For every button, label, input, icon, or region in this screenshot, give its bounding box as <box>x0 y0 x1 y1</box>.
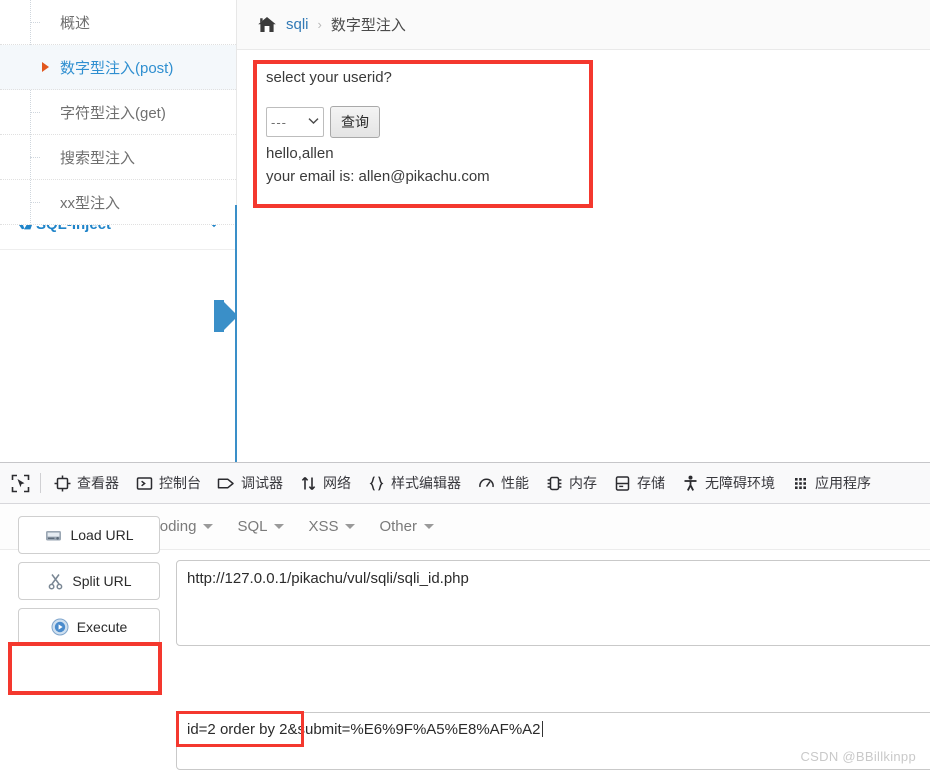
chevron-down-icon <box>345 524 356 529</box>
tab-label: 存储 <box>637 475 665 491</box>
tab-label: 调试器 <box>241 475 283 491</box>
home-icon[interactable] <box>257 16 277 34</box>
sidebar-sublist: 概述 数字型注入(post) 字符型注入(get) 搜索型注入 xx型注入 <box>0 0 236 225</box>
page-content: sqli › 数字型注入 select your userid? --- 查询 <box>237 0 930 462</box>
sidebar-subitem-xx-injection[interactable]: xx型注入 <box>0 180 236 225</box>
userid-select-value: --- <box>271 114 287 130</box>
browser-page-area: 系统介绍 暴力破解 Cross-Site Scripting <box>0 0 930 462</box>
tab-storage[interactable]: 存储 <box>605 463 673 503</box>
tab-accessibility[interactable]: 无障碍环境 <box>673 463 783 503</box>
guide-tick <box>30 112 40 113</box>
menu-xss[interactable]: XSS <box>296 513 367 540</box>
load-url-icon <box>44 526 62 544</box>
sidebar-sublabel: 字符型注入(get) <box>60 104 166 122</box>
devtools-toolbar: 查看器 控制台 调试器 网络 样式编辑器 性能 内存 存储 无障碍环境 应用程序 <box>0 462 930 504</box>
console-icon <box>135 474 153 492</box>
post-data-text: id=2 order by 2&submit=%E6%9F%A5%E8%AF%A… <box>187 721 541 738</box>
tab-label: 控制台 <box>159 475 201 491</box>
tab-label: 无障碍环境 <box>705 475 775 491</box>
menu-label: Other <box>379 518 417 535</box>
chevron-down-icon <box>274 524 285 529</box>
element-picker-icon[interactable] <box>0 463 40 503</box>
form-prompt: select your userid? <box>266 69 392 86</box>
breadcrumb-link-sqli[interactable]: sqli <box>286 16 309 33</box>
button-label: Load URL <box>70 527 134 543</box>
tab-memory[interactable]: 内存 <box>537 463 605 503</box>
chevron-down-icon <box>423 524 434 529</box>
sidebar-sublabel: 概述 <box>60 14 91 32</box>
tab-label: 网络 <box>323 475 351 491</box>
tab-debugger[interactable]: 调试器 <box>209 463 291 503</box>
tab-label: 内存 <box>569 475 597 491</box>
hackbar-buttons: Load URL Split URL Execute <box>18 516 160 654</box>
tab-application[interactable]: 应用程序 <box>783 463 879 503</box>
split-url-button[interactable]: Split URL <box>18 562 160 600</box>
tab-label: 查看器 <box>77 475 119 491</box>
query-submit-button[interactable]: 查询 <box>330 106 380 138</box>
chevron-down-icon <box>308 116 319 128</box>
toolbar-divider <box>40 473 41 493</box>
tab-performance[interactable]: 性能 <box>469 463 537 503</box>
url-input[interactable]: http://127.0.0.1/pikachu/vul/sqli/sqli_i… <box>176 560 930 646</box>
result-line-greeting: hello,allen <box>266 145 334 162</box>
memory-icon <box>545 474 563 492</box>
sidebar: 系统介绍 暴力破解 Cross-Site Scripting <box>0 0 237 462</box>
breadcrumb: sqli › 数字型注入 <box>237 0 930 50</box>
debugger-icon <box>217 474 235 492</box>
sidebar-subitem-string-injection-get[interactable]: 字符型注入(get) <box>0 90 236 135</box>
network-icon <box>299 474 317 492</box>
query-result: hello,allen your email is: allen@pikachu… <box>266 142 490 188</box>
guide-tick <box>30 22 40 23</box>
sidebar-subitem-numeric-injection-post[interactable]: 数字型注入(post) <box>0 45 236 90</box>
chevron-down-icon <box>203 524 214 529</box>
sidebar-sublabel: 搜索型注入 <box>60 149 136 167</box>
button-label: Execute <box>76 619 128 635</box>
menu-label: SQL <box>237 518 268 535</box>
style-editor-icon <box>367 474 385 492</box>
active-pointer-arrow-icon <box>222 300 238 332</box>
breadcrumb-separator: › <box>317 17 322 32</box>
load-url-button[interactable]: Load URL <box>18 516 160 554</box>
breadcrumb-current: 数字型注入 <box>330 17 406 34</box>
sidebar-sublabel: xx型注入 <box>60 194 121 212</box>
form-row: --- 查询 <box>266 106 380 138</box>
performance-icon <box>477 474 495 492</box>
execute-button-highlight <box>8 642 162 695</box>
watermark: CSDN @BBillkinpp <box>800 749 916 764</box>
button-label: Split URL <box>72 573 132 589</box>
tab-inspector[interactable]: 查看器 <box>45 463 127 503</box>
app-root: 系统介绍 暴力破解 Cross-Site Scripting <box>0 0 930 772</box>
guide-tick <box>30 157 40 158</box>
menu-label: XSS <box>308 518 339 535</box>
text-caret <box>541 721 543 737</box>
vulnerability-form-highlight: select your userid? --- 查询 hello,allen y… <box>253 60 593 208</box>
userid-select[interactable]: --- <box>266 107 324 137</box>
tab-network[interactable]: 网络 <box>291 463 359 503</box>
sidebar-subitem-overview[interactable]: 概述 <box>0 0 236 45</box>
tab-console[interactable]: 控制台 <box>127 463 209 503</box>
active-pointer-icon <box>42 62 49 72</box>
menu-other[interactable]: Other <box>367 513 446 540</box>
accessibility-icon <box>681 474 699 492</box>
tab-style-editor[interactable]: 样式编辑器 <box>359 463 469 503</box>
sidebar-subitem-search-injection[interactable]: 搜索型注入 <box>0 135 236 180</box>
sidebar-sublabel: 数字型注入(post) <box>60 59 174 77</box>
tab-label: 样式编辑器 <box>391 475 461 491</box>
execute-button[interactable]: Execute <box>18 608 160 646</box>
tab-label: 性能 <box>501 475 529 491</box>
inspector-icon <box>53 474 71 492</box>
guide-tick <box>30 202 40 203</box>
result-line-email: your email is: allen@pikachu.com <box>266 168 490 185</box>
application-icon <box>791 474 809 492</box>
scissors-icon <box>46 572 64 590</box>
storage-icon <box>613 474 631 492</box>
menu-sql[interactable]: SQL <box>225 513 296 540</box>
tab-label: 应用程序 <box>815 475 871 491</box>
play-icon <box>51 618 69 636</box>
